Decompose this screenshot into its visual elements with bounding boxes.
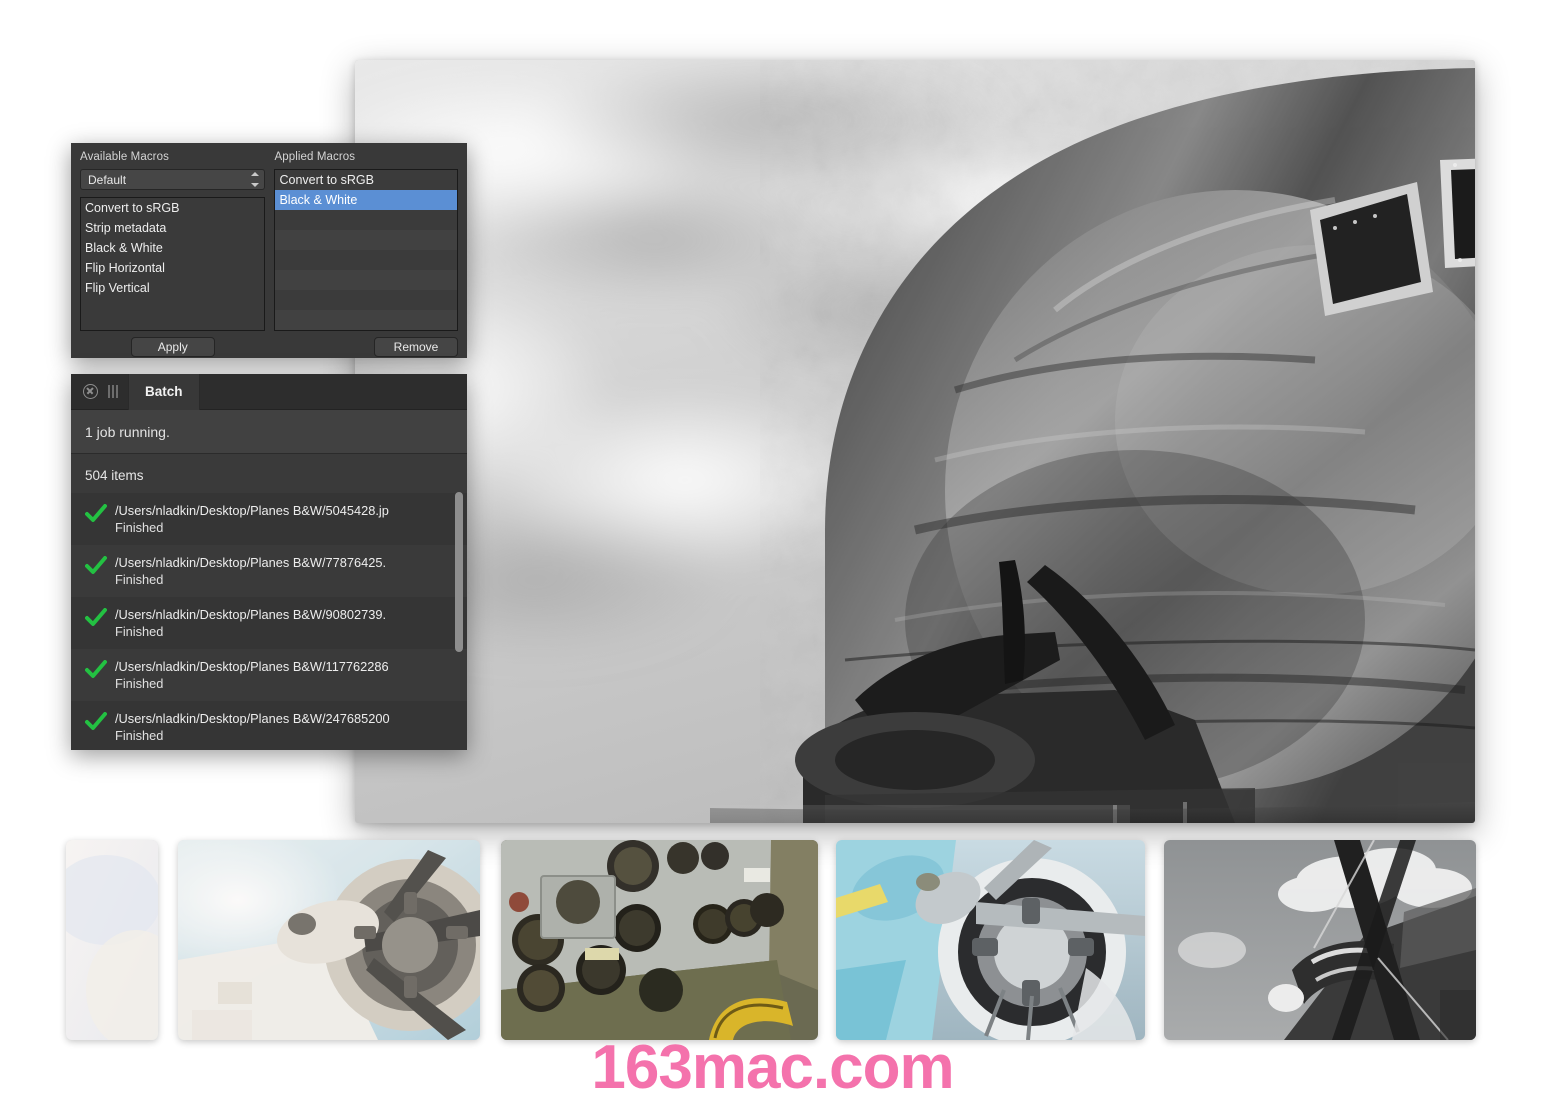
list-item-empty bbox=[275, 230, 457, 250]
batch-item-path: /Users/nladkin/Desktop/Planes B&W/908027… bbox=[115, 607, 387, 622]
green-check-icon bbox=[85, 712, 107, 737]
list-item-empty bbox=[275, 270, 457, 290]
stepper-arrows-icon[interactable] bbox=[251, 172, 260, 187]
batch-list-item[interactable]: /Users/nladkin/Desktop/Planes B&W/247685… bbox=[71, 701, 467, 750]
batch-item-texts: /Users/nladkin/Desktop/Planes B&W/908027… bbox=[115, 606, 455, 640]
applied-macros-list[interactable]: Convert to sRGB Black & White bbox=[274, 169, 458, 331]
green-check-icon bbox=[85, 556, 107, 581]
list-item-selected[interactable]: Black & White bbox=[275, 190, 457, 210]
batch-list-item[interactable]: /Users/nladkin/Desktop/Planes B&W/504542… bbox=[71, 493, 467, 545]
tab-batch[interactable]: Batch bbox=[128, 374, 200, 410]
macro-preset-value: Default bbox=[88, 172, 127, 187]
thumb-2-image bbox=[178, 840, 480, 1040]
batch-list-item[interactable]: /Users/nladkin/Desktop/Planes B&W/117762… bbox=[71, 649, 467, 701]
list-item[interactable]: Black & White bbox=[81, 238, 264, 258]
batch-item-state: Finished bbox=[115, 676, 164, 691]
thumbnail-blue-propeller-engine[interactable] bbox=[836, 840, 1145, 1040]
applied-macros-column: Applied Macros Convert to sRGB Black & W… bbox=[274, 151, 458, 331]
remove-button-wrap: Remove bbox=[274, 337, 458, 357]
list-item[interactable]: Strip metadata bbox=[81, 218, 264, 238]
thumbnail-cockpit-instrument-panel[interactable] bbox=[501, 840, 818, 1040]
macros-panel: Available Macros Default Convert to sRGB… bbox=[71, 143, 467, 358]
list-item[interactable]: Convert to sRGB bbox=[81, 198, 264, 218]
applied-macros-label: Applied Macros bbox=[274, 151, 356, 163]
items-count-label: 504 items bbox=[85, 468, 144, 483]
batch-item-path: /Users/nladkin/Desktop/Planes B&W/504542… bbox=[115, 503, 389, 518]
batch-item-texts: /Users/nladkin/Desktop/Planes B&W/504542… bbox=[115, 502, 455, 536]
list-item[interactable]: Convert to sRGB bbox=[275, 170, 457, 190]
vintage-aircraft-photo bbox=[355, 60, 1475, 823]
batch-item-state: Finished bbox=[115, 728, 164, 743]
macro-preset-select[interactable]: Default bbox=[80, 169, 266, 190]
thumbnail-radial-engine-propeller[interactable] bbox=[178, 840, 480, 1040]
batch-item-state: Finished bbox=[115, 572, 164, 587]
list-item-empty bbox=[275, 310, 457, 330]
batch-item-state: Finished bbox=[115, 624, 164, 639]
green-check-icon bbox=[85, 660, 107, 685]
list-item[interactable]: Flip Vertical bbox=[81, 278, 264, 298]
batch-item-texts: /Users/nladkin/Desktop/Planes B&W/778764… bbox=[115, 554, 455, 588]
thumbnail-strip bbox=[0, 840, 1545, 1045]
list-item[interactable]: Flip Horizontal bbox=[81, 258, 264, 278]
batch-list-area[interactable]: 504 items /Users/nladkin/Desktop/Planes … bbox=[71, 454, 467, 750]
batch-item-state: Finished bbox=[115, 520, 164, 535]
watermark-text: 163mac.com bbox=[591, 1033, 954, 1102]
batch-item-path: /Users/nladkin/Desktop/Planes B&W/247685… bbox=[115, 711, 390, 726]
remove-button[interactable]: Remove bbox=[374, 337, 458, 357]
app-root: Available Macros Default Convert to sRGB… bbox=[0, 0, 1545, 1113]
thumb-4-image bbox=[836, 840, 1145, 1040]
close-circle-icon[interactable] bbox=[83, 384, 98, 399]
list-item-empty bbox=[275, 250, 457, 270]
thumbnail-faded-plane[interactable] bbox=[66, 840, 158, 1040]
thumbnail-biplane-sky-bw[interactable] bbox=[1164, 840, 1476, 1040]
available-macros-label: Available Macros bbox=[80, 151, 169, 163]
batch-list-scrollbar[interactable] bbox=[455, 492, 463, 750]
batch-list-item[interactable]: /Users/nladkin/Desktop/Planes B&W/778764… bbox=[71, 545, 467, 597]
drag-handle-icon[interactable] bbox=[108, 385, 118, 398]
batch-item-texts: /Users/nladkin/Desktop/Planes B&W/117762… bbox=[115, 658, 455, 692]
green-check-icon bbox=[85, 608, 107, 633]
list-item-empty bbox=[275, 290, 457, 310]
available-macros-list[interactable]: Convert to sRGB Strip metadata Black & W… bbox=[80, 197, 266, 331]
apply-button[interactable]: Apply bbox=[130, 337, 215, 357]
apply-button-wrap: Apply bbox=[80, 337, 265, 357]
thumb-3-image bbox=[501, 840, 818, 1040]
scrollbar-thumb[interactable] bbox=[455, 492, 463, 652]
available-macros-column: Available Macros Default Convert to sRGB… bbox=[80, 151, 266, 331]
macros-columns: Available Macros Default Convert to sRGB… bbox=[80, 151, 458, 331]
batch-item-path: /Users/nladkin/Desktop/Planes B&W/117762… bbox=[115, 659, 389, 674]
batch-item-path: /Users/nladkin/Desktop/Planes B&W/778764… bbox=[115, 555, 387, 570]
batch-item-texts: /Users/nladkin/Desktop/Planes B&W/247685… bbox=[115, 710, 455, 744]
batch-status-text: 1 job running. bbox=[71, 410, 467, 454]
batch-tab-bar: Batch bbox=[71, 374, 467, 410]
batch-list-item[interactable]: /Users/nladkin/Desktop/Planes B&W/908027… bbox=[71, 597, 467, 649]
batch-panel: Batch 1 job running. 504 items /Users/nl… bbox=[71, 374, 467, 750]
list-item-empty bbox=[275, 210, 457, 230]
main-image-viewer[interactable] bbox=[355, 60, 1475, 823]
thumb-5-image bbox=[1164, 840, 1476, 1040]
macros-button-row: Apply Remove bbox=[80, 337, 458, 357]
green-check-icon bbox=[85, 504, 107, 529]
thumb-1-image bbox=[66, 840, 158, 1040]
